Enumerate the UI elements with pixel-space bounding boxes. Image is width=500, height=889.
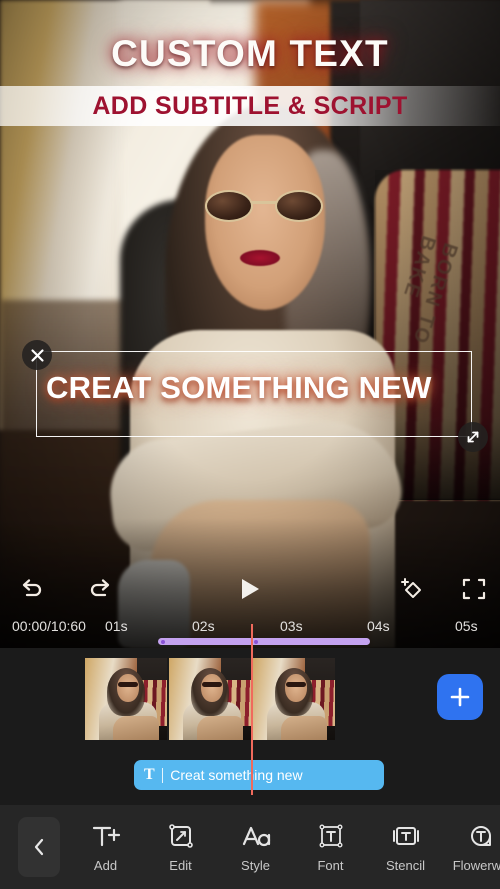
toolbar-label-flowerword: Flowerwo [452,857,500,873]
redo-button[interactable] [78,567,122,611]
timeline-playhead[interactable] [251,624,254,795]
effect-track[interactable] [158,638,370,645]
thumb-glasses [286,682,306,687]
style-aa-icon [241,822,271,850]
bottom-toolbar: Add Edit Style Font Stencil Flowerw [0,805,500,889]
banner-subtitle: ADD SUBTITLE & SCRIPT [92,92,408,120]
text-overlay-content[interactable]: CREAT SOMETHING NEW [46,370,466,406]
thumb-leg [281,716,327,740]
toolbar-label-font: Font [317,857,344,873]
flowerword-icon [468,822,494,850]
current-time-label: 00:00/10:60 [12,618,86,634]
close-x-icon [30,348,44,362]
plus-icon [450,687,470,707]
text-clip-label: Creat something new [170,767,303,783]
clip-thumbnail[interactable] [85,658,167,740]
ruler-tick-02s: 02s [192,618,215,634]
video-preview[interactable]: BORN TO BAKE CUSTOM TEXT ADD SUBTITLE & … [0,0,500,648]
ruler-tick-03s: 03s [280,618,303,634]
playback-controls [0,567,500,611]
toolbar-label-stencil: Stencil [385,857,426,873]
toolbar-item-edit[interactable]: Edit [143,805,218,889]
text-overlay-resize-handle[interactable] [458,422,488,452]
text-clip-t-icon: T [144,766,155,783]
thumb-face [117,674,139,702]
add-keyframe-button[interactable] [390,567,434,611]
text-add-icon [91,822,121,850]
thumb-face [201,674,223,702]
video-editor-screen: BORN TO BAKE CUSTOM TEXT ADD SUBTITLE & … [0,0,500,889]
text-clip-track-item[interactable]: T Creat something new [134,760,384,790]
text-overlay-delete-button[interactable] [22,340,52,370]
undo-icon [22,579,42,597]
ruler-tick-05s: 05s [455,618,478,634]
effect-track-keyframe-mid [254,639,258,644]
text-edit-icon [168,822,194,850]
ruler-tick-01s: 01s [105,618,128,634]
toolbar-item-font[interactable]: Font [293,805,368,889]
resize-diagonal-icon [467,431,479,443]
toolbar-label-add: Add [93,857,118,873]
thumb-glasses [118,682,138,687]
clip-thumbnail[interactable] [169,658,251,740]
thumb-face [285,674,307,702]
toolbar-back-button[interactable] [18,817,60,877]
play-icon [242,579,259,599]
clip-thumbnail[interactable] [253,658,335,740]
fullscreen-button[interactable] [452,567,496,611]
video-filmstrip[interactable] [85,658,335,740]
font-box-icon [318,822,344,850]
toolbar-item-stencil[interactable]: Stencil [368,805,443,889]
toolbar-label-edit: Edit [169,857,192,873]
chevron-left-icon [34,838,44,856]
text-clip-cursor-divider [161,767,164,783]
stencil-icon [391,822,421,850]
banner-title: CUSTOM TEXT [111,33,389,74]
toolbar-item-flowerword[interactable]: Flowerwo [443,805,500,889]
add-keyframe-icon [401,578,421,598]
timeline-ruler[interactable]: 00:00/10:60 01s 02s 03s 04s 05s [0,618,500,638]
add-clip-button[interactable] [437,674,483,720]
toolbar-item-add[interactable]: Add [68,805,143,889]
toolbar-item-style[interactable]: Style [218,805,293,889]
undo-button[interactable] [10,567,54,611]
ruler-tick-04s: 04s [367,618,390,634]
effect-track-keyframe-start [161,639,165,644]
play-button[interactable] [228,567,272,611]
toolbar-items: Add Edit Style Font Stencil Flowerw [68,805,500,889]
thumb-leg [197,716,243,740]
redo-icon [90,579,110,597]
toolbar-label-style: Style [241,857,270,873]
fullscreen-icon [462,578,486,600]
thumb-glasses [202,682,222,687]
thumb-leg [113,716,159,740]
